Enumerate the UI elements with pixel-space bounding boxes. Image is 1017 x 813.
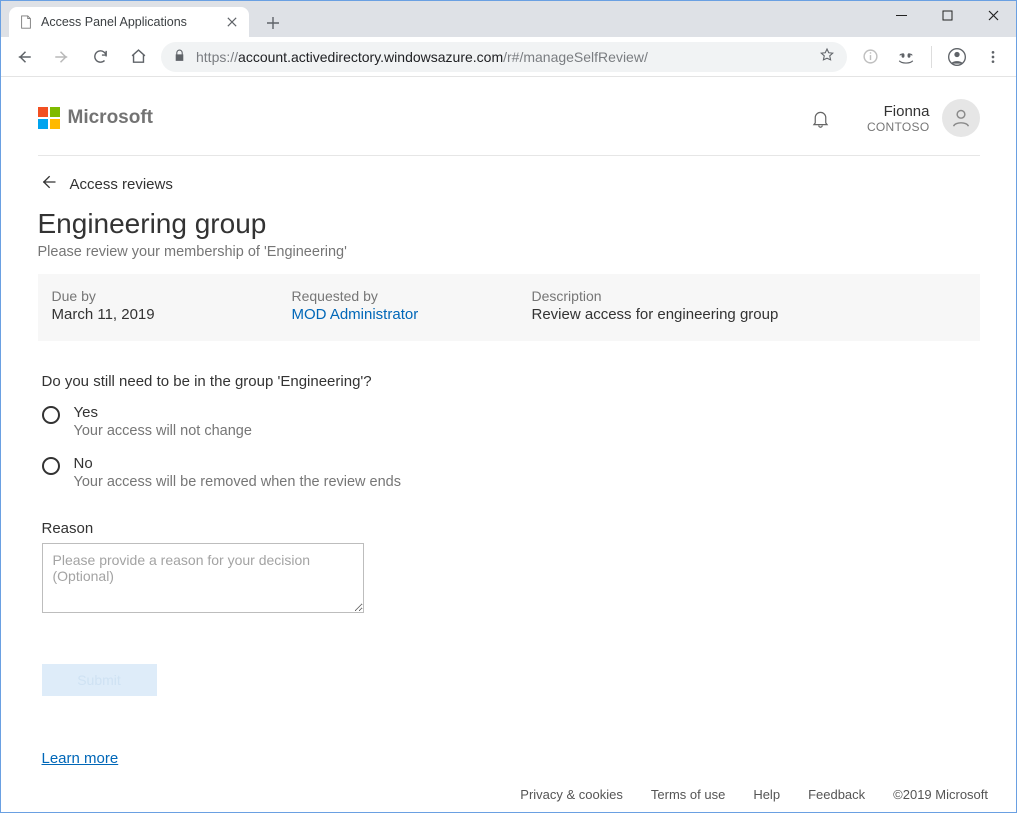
due-by-label: Due by — [52, 288, 252, 304]
learn-more-link[interactable]: Learn more — [42, 750, 119, 767]
microsoft-logo[interactable]: Microsoft — [38, 107, 154, 129]
site-footer: Privacy & cookies Terms of use Help Feed… — [520, 787, 988, 802]
option-no-hint: Your access will be removed when the rev… — [74, 474, 402, 490]
browser-toolbar: https://account.activedirectory.windowsa… — [1, 37, 1016, 77]
user-menu[interactable]: Fionna CONTOSO — [867, 99, 980, 137]
user-org: CONTOSO — [867, 120, 930, 134]
page-subtitle: Please review your membership of 'Engine… — [38, 244, 980, 260]
tab-title: Access Panel Applications — [41, 15, 187, 29]
breadcrumb[interactable]: Access reviews — [38, 156, 980, 202]
browser-tab-active[interactable]: Access Panel Applications — [9, 7, 249, 37]
reason-label: Reason — [42, 520, 980, 537]
user-name: Fionna — [884, 103, 930, 120]
requested-by-label: Requested by — [292, 288, 492, 304]
footer-feedback-link[interactable]: Feedback — [808, 787, 865, 802]
window-minimize-button[interactable] — [878, 1, 924, 29]
profile-button[interactable] — [942, 42, 972, 72]
window-controls — [878, 1, 1016, 29]
radio-icon — [42, 406, 60, 424]
option-no[interactable]: No Your access will be removed when the … — [42, 455, 980, 490]
window-close-button[interactable] — [970, 1, 1016, 29]
footer-privacy-link[interactable]: Privacy & cookies — [520, 787, 623, 802]
menu-button[interactable] — [978, 42, 1008, 72]
forward-button[interactable] — [47, 42, 77, 72]
option-yes[interactable]: Yes Your access will not change — [42, 404, 980, 439]
tab-close-button[interactable] — [225, 15, 239, 29]
review-info: Due by March 11, 2019 Requested by MOD A… — [38, 274, 980, 341]
new-tab-button[interactable] — [259, 9, 287, 37]
lock-icon — [173, 49, 186, 65]
site-header: Microsoft Fionna CONTOSO — [38, 77, 980, 156]
footer-terms-link[interactable]: Terms of use — [651, 787, 725, 802]
page-icon — [19, 15, 33, 29]
requested-by-link[interactable]: MOD Administrator — [292, 306, 492, 323]
due-by-value: March 11, 2019 — [52, 306, 252, 323]
option-no-label: No — [74, 455, 402, 472]
description-label: Description — [532, 288, 966, 304]
back-arrow-icon — [38, 172, 58, 196]
breadcrumb-label: Access reviews — [70, 176, 173, 193]
question-text: Do you still need to be in the group 'En… — [42, 373, 980, 390]
back-button[interactable] — [9, 42, 39, 72]
extension-icon-2[interactable] — [891, 42, 921, 72]
url-text: https://account.activedirectory.windowsa… — [196, 49, 809, 65]
reload-button[interactable] — [85, 42, 115, 72]
option-yes-label: Yes — [74, 404, 252, 421]
footer-help-link[interactable]: Help — [753, 787, 780, 802]
home-button[interactable] — [123, 42, 153, 72]
brand-name: Microsoft — [68, 107, 154, 129]
description-value: Review access for engineering group — [532, 306, 966, 323]
microsoft-logo-icon — [38, 107, 60, 129]
window-maximize-button[interactable] — [924, 1, 970, 29]
page-scroll[interactable]: Microsoft Fionna CONTOSO — [1, 77, 1016, 812]
address-bar[interactable]: https://account.activedirectory.windowsa… — [161, 42, 847, 72]
divider — [931, 46, 932, 68]
footer-copyright: ©2019 Microsoft — [893, 787, 988, 802]
radio-icon — [42, 457, 60, 475]
star-icon[interactable] — [819, 47, 835, 66]
browser-tabstrip: Access Panel Applications — [1, 1, 1016, 37]
page-title: Engineering group — [38, 208, 980, 240]
option-yes-hint: Your access will not change — [74, 423, 252, 439]
avatar — [942, 99, 980, 137]
submit-button[interactable]: Submit — [42, 664, 157, 696]
toolbar-right — [855, 42, 1008, 72]
reason-input[interactable] — [42, 543, 364, 613]
extension-icon[interactable] — [855, 42, 885, 72]
notifications-button[interactable] — [803, 100, 839, 136]
